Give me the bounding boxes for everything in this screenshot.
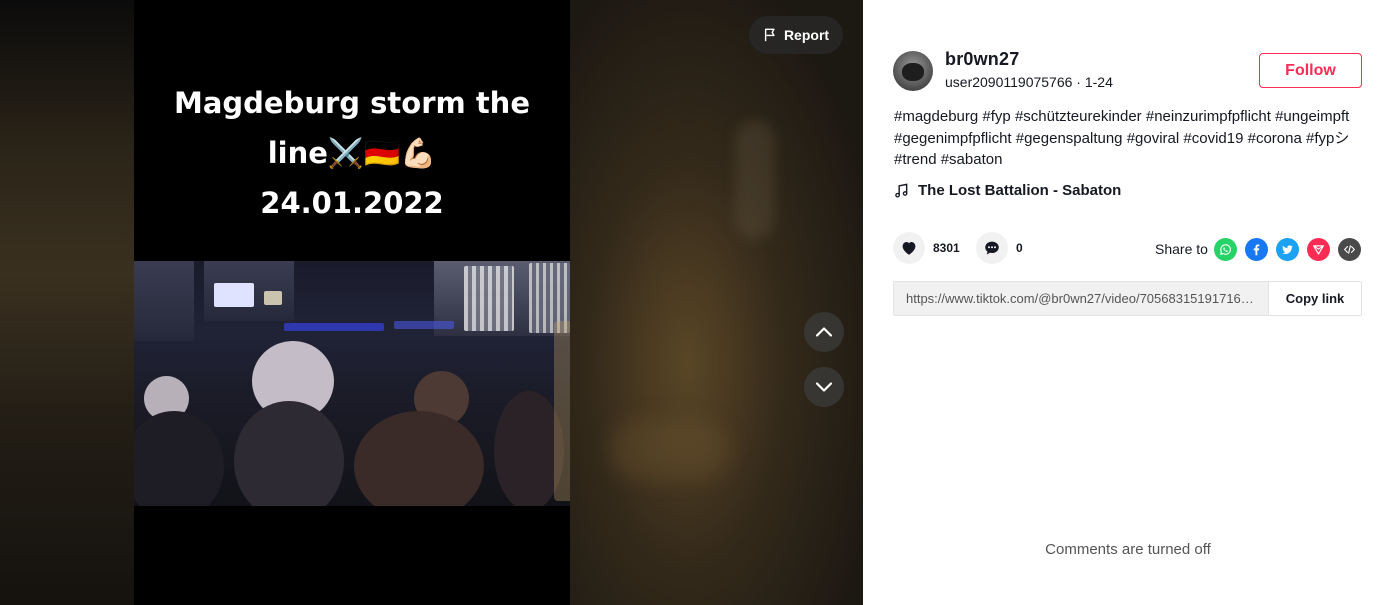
hashtag-link[interactable]: #ungeimpft xyxy=(1275,108,1349,125)
hashtag-link[interactable]: #schützteurekinder xyxy=(1015,108,1142,125)
username[interactable]: br0wn27 xyxy=(945,49,1019,70)
facebook-icon[interactable] xyxy=(1245,238,1268,261)
report-label: Report xyxy=(783,27,830,43)
video-description: #magdeburg #fyp #schützteurekinder #nein… xyxy=(894,106,1364,171)
comments-status: Comments are turned off xyxy=(1045,541,1211,558)
hashtag-link[interactable]: #gegenimpfpflicht xyxy=(894,130,1012,147)
user-subline: user2090119075766 · 1-24 xyxy=(945,74,1113,90)
hashtag-link[interactable]: #fyp xyxy=(982,108,1010,125)
copy-link-button[interactable]: Copy link xyxy=(1268,282,1361,315)
blurred-background-right xyxy=(570,0,863,605)
share-label: Share to xyxy=(1155,241,1208,257)
hashtag-link[interactable]: #neinzurimpfpflicht xyxy=(1146,108,1271,125)
hashtag-link[interactable]: #covid19 xyxy=(1183,130,1243,147)
video-player[interactable]: Magdeburg storm the line⚔️🇩🇪💪🏻 24.01.202… xyxy=(134,0,570,605)
flag-icon xyxy=(764,28,775,42)
comment-action[interactable]: 0 xyxy=(976,232,1023,264)
next-video-button[interactable] xyxy=(804,367,844,407)
details-panel: br0wn27 user2090119075766 · 1-24 Follow … xyxy=(863,0,1377,605)
like-count: 8301 xyxy=(933,241,960,255)
hashtag-link[interactable]: #fypシ xyxy=(1306,130,1349,147)
blurred-background-left xyxy=(0,0,134,605)
music-note-icon xyxy=(895,183,908,198)
like-action[interactable]: 8301 xyxy=(893,232,960,264)
hashtag-link[interactable]: #magdeburg xyxy=(894,108,978,125)
chevron-down-icon xyxy=(815,382,833,392)
whatsapp-icon[interactable] xyxy=(1214,238,1237,261)
telegram-icon[interactable] xyxy=(1307,238,1330,261)
hashtag-link[interactable]: #corona xyxy=(1248,130,1302,147)
caption-line: line⚔️🇩🇪💪🏻 xyxy=(267,136,437,170)
previous-video-button[interactable] xyxy=(804,312,844,352)
comment-button[interactable] xyxy=(976,232,1008,264)
hashtag-link[interactable]: #gegenspaltung xyxy=(1016,130,1123,147)
twitter-icon[interactable] xyxy=(1276,238,1299,261)
hashtag-link[interactable]: #sabaton xyxy=(941,151,1003,168)
report-button[interactable]: Report xyxy=(749,16,843,54)
share-link-box: https://www.tiktok.com/@br0wn27/video/70… xyxy=(893,281,1362,316)
avatar[interactable] xyxy=(893,51,933,91)
chevron-up-icon xyxy=(815,327,833,337)
caption-line: Magdeburg storm the xyxy=(173,86,530,120)
embed-icon[interactable] xyxy=(1338,238,1361,261)
caption-line: 24.01.2022 xyxy=(260,186,444,220)
hashtag-link[interactable]: #goviral xyxy=(1127,130,1180,147)
music-link[interactable]: The Lost Battalion - Sabaton xyxy=(894,182,1121,199)
comment-count: 0 xyxy=(1016,241,1023,255)
video-caption: Magdeburg storm the line⚔️🇩🇪💪🏻 24.01.202… xyxy=(134,78,570,228)
like-button[interactable] xyxy=(893,232,925,264)
share-link-url[interactable]: https://www.tiktok.com/@br0wn27/video/70… xyxy=(894,282,1268,315)
comment-icon xyxy=(985,241,999,255)
video-area[interactable]: Magdeburg storm the line⚔️🇩🇪💪🏻 24.01.202… xyxy=(0,0,863,605)
video-footage xyxy=(134,261,570,506)
music-title: The Lost Battalion - Sabaton xyxy=(918,182,1122,199)
heart-icon xyxy=(902,242,916,255)
follow-button[interactable]: Follow xyxy=(1259,53,1362,88)
hashtag-link[interactable]: #trend xyxy=(894,151,937,168)
